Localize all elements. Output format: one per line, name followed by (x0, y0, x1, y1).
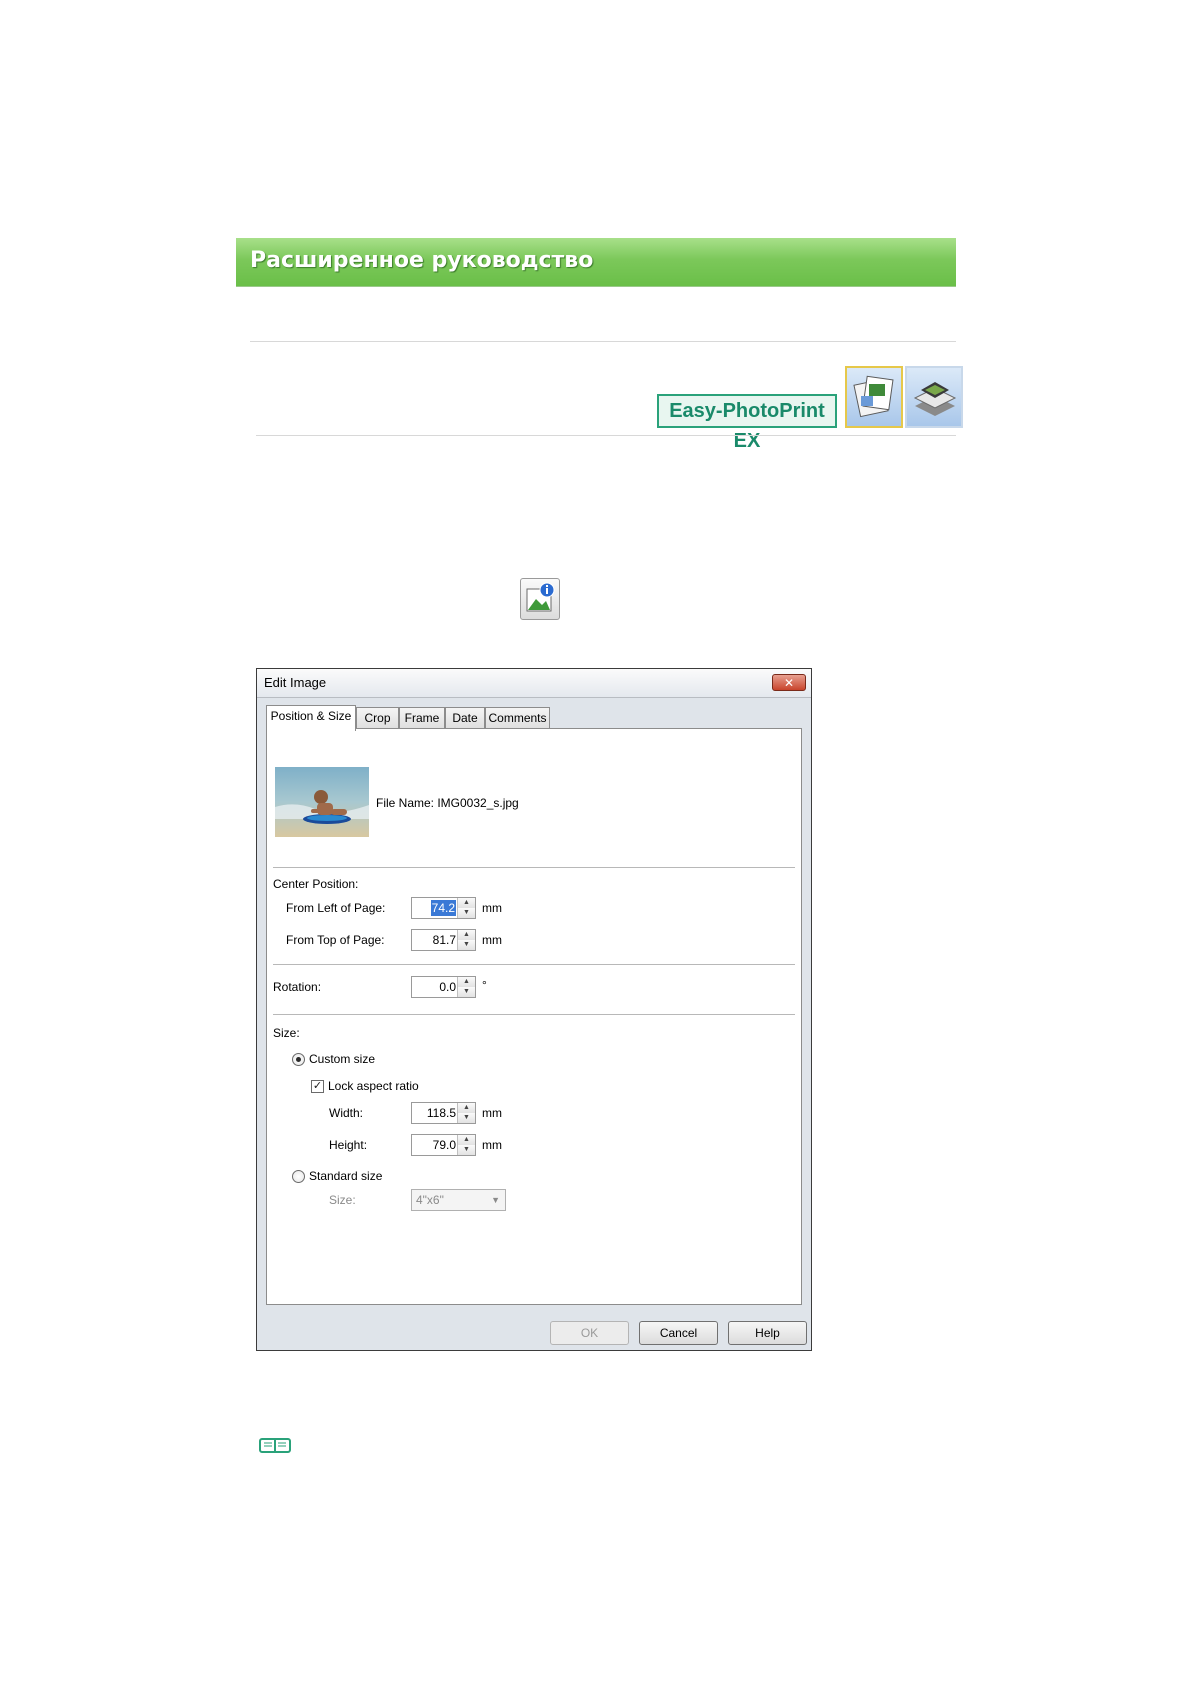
product-logo: Easy-PhotoPrint EX (657, 394, 837, 452)
unit-label: mm (482, 1106, 502, 1120)
spinner-buttons: ▲ ▼ (457, 1135, 475, 1155)
rotation-spinner[interactable]: 0.0 ▲ ▼ (411, 976, 476, 998)
file-name-label: File Name: IMG0032_s.jpg (376, 796, 519, 810)
width-value[interactable]: 118.5 (427, 1106, 456, 1120)
width-spinner[interactable]: 118.5 ▲ ▼ (411, 1102, 476, 1124)
tab-crop[interactable]: Crop (356, 707, 399, 729)
from-top-spinner[interactable]: 81.7 ▲ ▼ (411, 929, 476, 951)
spin-down-icon[interactable]: ▼ (458, 908, 475, 918)
spin-down-icon[interactable]: ▼ (458, 987, 475, 997)
ok-button[interactable]: OK (550, 1321, 629, 1345)
from-top-value[interactable]: 81.7 (433, 933, 456, 947)
note-book-icon (259, 1438, 291, 1453)
standard-size-field-label: Size: (329, 1193, 356, 1207)
standard-size-label[interactable]: Standard size (309, 1169, 382, 1183)
divider (273, 1014, 795, 1016)
unit-label: mm (482, 933, 502, 947)
unit-label: mm (482, 901, 502, 915)
cancel-button[interactable]: Cancel (639, 1321, 718, 1345)
degree-unit-label: ° (482, 978, 487, 992)
from-left-label: From Left of Page: (286, 901, 386, 915)
spinner-buttons: ▲ ▼ (457, 930, 475, 950)
page-title: Расширенное руководство (250, 248, 594, 273)
chevron-down-icon: ▼ (491, 1195, 500, 1205)
edit-image-dialog: Edit Image ✕ Position & Size Crop Frame … (256, 668, 812, 1351)
divider (256, 435, 956, 436)
height-label: Height: (329, 1138, 368, 1152)
unit-label: mm (482, 1138, 502, 1152)
image-info-icon[interactable] (520, 578, 560, 620)
spinner-buttons: ▲ ▼ (457, 1103, 475, 1123)
rotation-value[interactable]: 0.0 (439, 980, 456, 994)
standard-size-select[interactable]: 4"x6" ▼ (411, 1189, 506, 1211)
lock-aspect-checkbox[interactable]: ✓ (311, 1080, 324, 1093)
height-spinner[interactable]: 79.0 ▲ ▼ (411, 1134, 476, 1156)
custom-size-radio[interactable] (292, 1053, 305, 1066)
divider (273, 867, 795, 869)
standard-size-value: 4"x6" (416, 1193, 444, 1207)
dialog-titlebar: Edit Image ✕ (257, 669, 811, 698)
help-button[interactable]: Help (728, 1321, 807, 1345)
image-thumbnail (275, 767, 369, 837)
custom-size-label[interactable]: Custom size (309, 1052, 375, 1066)
divider (273, 964, 795, 966)
dialog-title: Edit Image (264, 675, 327, 690)
size-heading: Size: (273, 1026, 300, 1040)
from-left-value[interactable]: 74.2 (430, 900, 456, 916)
standard-size-radio[interactable] (292, 1170, 305, 1183)
header-banner: Расширенное руководство (236, 238, 956, 287)
spinner-buttons: ▲ ▼ (457, 898, 475, 918)
position-size-panel: File Name: IMG0032_s.jpg Center Position… (266, 728, 802, 1305)
spin-down-icon[interactable]: ▼ (458, 1113, 475, 1123)
photo-print-stack-icon[interactable] (905, 366, 963, 428)
divider (250, 341, 956, 342)
close-button[interactable]: ✕ (772, 674, 806, 691)
spin-down-icon[interactable]: ▼ (458, 940, 475, 950)
rotation-label: Rotation: (273, 980, 322, 994)
tab-frame[interactable]: Frame (399, 707, 445, 729)
center-position-heading: Center Position: (273, 877, 359, 891)
tab-date[interactable]: Date (445, 707, 485, 729)
height-value[interactable]: 79.0 (433, 1138, 456, 1152)
from-top-label: From Top of Page: (286, 933, 385, 947)
tab-position-size[interactable]: Position & Size (266, 705, 356, 731)
tab-comments[interactable]: Comments (485, 707, 550, 729)
photo-album-icon[interactable] (845, 366, 903, 428)
lock-aspect-label[interactable]: Lock aspect ratio (328, 1079, 419, 1093)
spin-down-icon[interactable]: ▼ (458, 1145, 475, 1155)
from-left-spinner[interactable]: 74.2 ▲ ▼ (411, 897, 476, 919)
spinner-buttons: ▲ ▼ (457, 977, 475, 997)
width-label: Width: (329, 1106, 364, 1120)
